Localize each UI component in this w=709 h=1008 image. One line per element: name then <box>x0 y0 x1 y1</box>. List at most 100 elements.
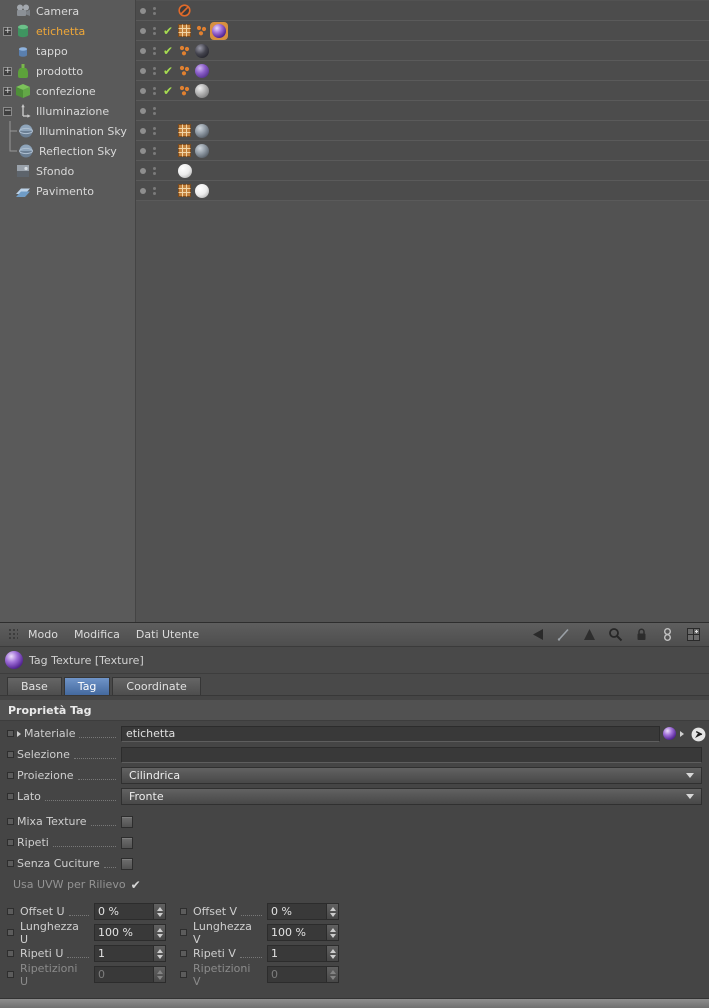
object-row-camera[interactable]: Camera <box>0 1 709 21</box>
layer-dot[interactable] <box>140 127 146 134</box>
keyframe-bullet[interactable] <box>7 772 14 779</box>
object-name[interactable]: Pavimento <box>36 185 94 198</box>
keyframe-bullet[interactable] <box>7 730 14 737</box>
layer-dot[interactable] <box>140 67 146 74</box>
visibility-dots[interactable] <box>153 186 156 195</box>
enable-check-icon[interactable]: ✔ <box>160 44 176 58</box>
lunghezza-v-field[interactable] <box>267 924 339 941</box>
visibility-dots[interactable] <box>153 66 156 75</box>
layer-dot[interactable] <box>140 7 146 14</box>
lock-icon[interactable] <box>634 627 649 642</box>
object-name[interactable]: confezione <box>36 85 96 98</box>
visibility-dots[interactable] <box>153 106 156 115</box>
link-icon[interactable] <box>660 627 675 642</box>
texture-tag-icon[interactable] <box>195 123 209 138</box>
object-row-sfondo[interactable]: Sfondo <box>0 161 709 181</box>
panel-grip-icon[interactable] <box>8 628 18 641</box>
tab-coordinate[interactable]: Coordinate <box>112 677 201 695</box>
object-name[interactable]: Reflection Sky <box>39 145 117 158</box>
spinner[interactable] <box>153 946 165 961</box>
lunghezza-u-field[interactable] <box>94 924 166 941</box>
object-name[interactable]: prodotto <box>36 65 83 78</box>
texture-tag-icon[interactable] <box>178 163 192 178</box>
keyframe-bullet[interactable] <box>7 929 14 936</box>
layer-dot[interactable] <box>140 187 146 194</box>
spinner[interactable] <box>326 904 338 919</box>
object-row-pavimento[interactable]: Pavimento <box>0 181 709 201</box>
phong-tag-icon[interactable] <box>178 44 191 57</box>
keyframe-bullet[interactable] <box>7 860 14 867</box>
keyframe-bullet[interactable] <box>180 950 187 957</box>
spinner[interactable] <box>326 946 338 961</box>
enable-check-icon[interactable]: ✔ <box>160 84 176 98</box>
phong-tag-icon[interactable] <box>178 64 191 77</box>
object-name[interactable]: Illumination Sky <box>39 125 127 138</box>
ripeti-checkbox[interactable] <box>121 836 133 849</box>
keyframe-bullet[interactable] <box>7 950 14 957</box>
visibility-dots[interactable] <box>153 146 156 155</box>
object-row-prodotto[interactable]: + prodotto ✔ <box>0 61 709 81</box>
uvw-tag-icon[interactable] <box>178 124 191 137</box>
keyframe-bullet[interactable] <box>180 908 187 915</box>
layer-dot[interactable] <box>140 107 146 114</box>
layer-dot[interactable] <box>140 147 146 154</box>
phong-tag-icon[interactable] <box>195 24 208 37</box>
layer-dot[interactable] <box>140 47 146 54</box>
new-panel-icon[interactable] <box>686 627 701 642</box>
spinner[interactable] <box>326 925 338 940</box>
tab-base[interactable]: Base <box>7 677 62 695</box>
materiale-input[interactable] <box>121 725 660 742</box>
visibility-dots[interactable] <box>153 46 156 55</box>
expand-toggle-icon[interactable]: + <box>3 66 12 76</box>
offset-u-field[interactable] <box>94 903 166 920</box>
texture-tag-icon[interactable] <box>195 63 209 78</box>
object-row-illumination-sky[interactable]: Illumination Sky <box>0 121 709 141</box>
texture-tag-icon[interactable] <box>195 183 209 198</box>
collapse-toggle-icon[interactable]: − <box>3 106 12 116</box>
visibility-dots[interactable] <box>153 86 156 95</box>
menu-dati-utente[interactable]: Dati Utente <box>136 628 199 641</box>
spinner[interactable] <box>153 904 165 919</box>
layer-dot[interactable] <box>140 87 146 94</box>
menu-modifica[interactable]: Modifica <box>74 628 120 641</box>
visibility-dots[interactable] <box>153 166 156 175</box>
search-icon[interactable] <box>608 627 623 642</box>
senza-cuciture-checkbox[interactable] <box>121 857 133 870</box>
enable-check-icon[interactable]: ✔ <box>160 64 176 78</box>
expand-triangle-icon[interactable] <box>17 730 21 737</box>
keyframe-bullet[interactable] <box>7 793 14 800</box>
keyframe-bullet[interactable] <box>7 751 14 758</box>
pick-material-icon[interactable] <box>691 727 706 742</box>
keyframe-bullet[interactable] <box>7 818 14 825</box>
visibility-dots[interactable] <box>153 26 156 35</box>
keyframe-bullet[interactable] <box>7 839 14 846</box>
protection-tag-icon[interactable] <box>178 4 191 17</box>
expand-toggle-icon[interactable]: + <box>3 26 12 36</box>
uvw-tag-icon[interactable] <box>178 144 191 157</box>
spinner[interactable] <box>153 925 165 940</box>
phong-tag-icon[interactable] <box>178 84 191 97</box>
pen-icon[interactable] <box>556 627 571 642</box>
layer-dot[interactable] <box>140 27 146 34</box>
selezione-input[interactable] <box>121 746 702 763</box>
keyframe-bullet[interactable] <box>180 929 187 936</box>
texture-tag-icon[interactable] <box>195 143 209 158</box>
object-name-selected[interactable]: etichetta <box>36 25 85 38</box>
uvw-tag-icon[interactable] <box>178 24 191 37</box>
section-header[interactable]: Proprietà Tag <box>0 700 709 721</box>
ripeti-v-field[interactable] <box>267 945 339 962</box>
ripeti-u-field[interactable] <box>94 945 166 962</box>
object-row-tappo[interactable]: tappo ✔ <box>0 41 709 61</box>
visibility-dots[interactable] <box>153 126 156 135</box>
proiezione-dropdown[interactable]: Cilindrica <box>121 767 702 784</box>
mixa-texture-checkbox[interactable] <box>121 815 133 828</box>
expand-toggle-icon[interactable]: + <box>3 86 12 96</box>
lato-dropdown[interactable]: Fronte <box>121 788 702 805</box>
texture-tag-selected[interactable] <box>212 23 226 38</box>
layer-dot[interactable] <box>140 167 146 174</box>
history-back-icon[interactable] <box>530 627 545 642</box>
texture-tag-icon[interactable] <box>195 83 209 98</box>
menu-modo[interactable]: Modo <box>28 628 58 641</box>
tab-tag[interactable]: Tag <box>63 677 111 695</box>
enable-check-icon[interactable]: ✔ <box>160 24 176 38</box>
